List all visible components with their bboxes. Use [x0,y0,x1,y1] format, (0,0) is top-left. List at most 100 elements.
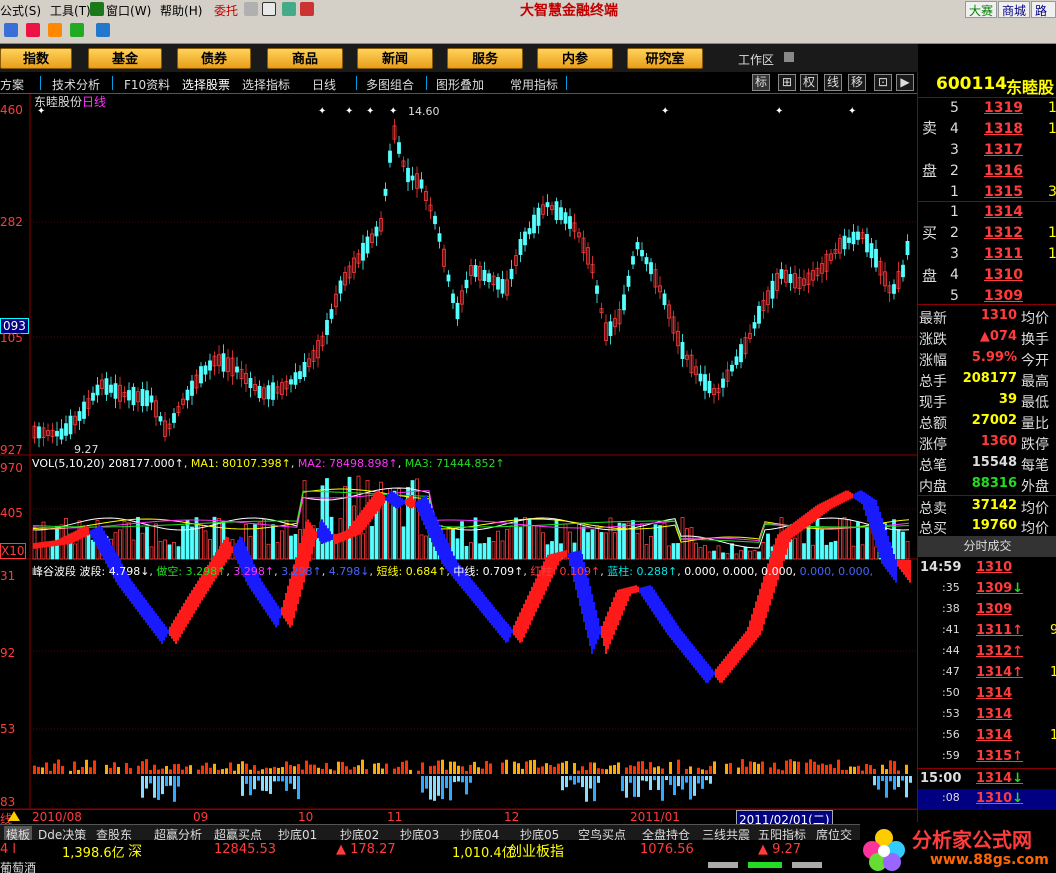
volume-bar [838,518,842,560]
nav-service-button[interactable]: 服务 [447,48,523,69]
sell-row[interactable]: 3 1317 [918,140,1056,161]
move-button[interactable]: 移 [848,74,866,91]
vol-y-label: 970 [0,461,23,475]
volume-bar [131,539,136,560]
volume-bar [478,543,482,560]
chart-icon[interactable] [90,2,104,16]
sell-row[interactable]: 5 1319 1 [918,98,1056,119]
toolbar-icon[interactable] [26,23,40,37]
tick-row: 15:00 1314↓ [918,768,1056,789]
stat-row: 总手 208177 最高 [919,371,1049,390]
volume-bar [275,542,280,560]
buy-row[interactable]: 3 1311 1 [918,244,1056,265]
menu-bar: 公式(S) 工具(T) 窗口(W) 帮助(H) 委托 大智慧金融终端 大赛 商城… [0,0,1056,35]
nav-fund-button[interactable]: 基金 [88,48,162,69]
volume-bar [847,519,851,560]
play-button[interactable]: ▶ [896,74,914,91]
volume-bar [712,550,716,560]
volume-bar [820,529,824,560]
period-label: 日线 [82,95,107,109]
nav-insider-button[interactable]: 内参 [537,48,613,69]
buy-row[interactable]: 5 1309 [918,286,1056,307]
volume-bar [91,539,95,560]
sell-row[interactable]: 1 1315 3 [918,182,1056,203]
books-icon[interactable] [282,2,296,16]
volume-bar [851,545,856,560]
menu-tools[interactable]: 工具(T) [50,2,91,19]
rights-button[interactable]: 权 [800,74,818,91]
multi-chart-menu[interactable]: 多图组合 [366,76,414,93]
volume-bar [509,525,514,560]
x-axis: 线 2010/08 09 10 11 12 2011/01 2011/02/01… [0,809,917,829]
scheme-menu[interactable]: 方案 [0,76,24,93]
select-indicator-menu[interactable]: 选择指标 [242,76,290,93]
overlay-menu[interactable]: 图形叠加 [436,76,484,93]
workspace-dropdown-icon[interactable] [784,52,794,62]
toolbar-icon[interactable] [70,23,84,37]
volume-bar [631,519,635,560]
toolbar-icon[interactable] [96,23,110,37]
volume-bar [532,525,536,560]
y-label: 927 [0,443,23,457]
volume-bar [901,531,905,560]
sell-row[interactable]: 4 1318 1 [918,119,1056,140]
menu-help[interactable]: 帮助(H) [160,2,202,19]
volume-bar [613,532,617,560]
nav-news-button[interactable]: 新闻 [357,48,433,69]
ticks-title[interactable]: 分时成交 [918,536,1056,557]
toolbar-icon[interactable] [48,23,62,37]
menu-window[interactable]: 窗口(W) [106,2,151,19]
print-icon[interactable] [244,2,258,16]
tab-contest[interactable]: 大赛 [965,1,998,18]
signal-star-icon: ✦ [345,106,353,117]
grid-button[interactable]: ⊞ [778,74,796,91]
volume-bar [761,542,766,560]
tab-roadshow[interactable]: 路演 [1031,1,1056,35]
volume-bar [496,530,500,560]
menu-formula[interactable]: 公式(S) [0,2,41,19]
volume-bar [203,530,208,560]
signal-star-icon: ✦ [366,106,374,117]
stat-row: 总卖 37142 均价 [918,495,1056,517]
mark-button[interactable]: 标 [752,74,770,91]
window-icon[interactable] [262,2,276,16]
nav-index-button[interactable]: 指数 [0,48,72,69]
status-strip: 葡萄酒 [0,860,860,873]
nav-commodity-button[interactable]: 商品 [267,48,343,69]
volume-bar [190,526,194,560]
nav-research-button[interactable]: 研究室 [627,48,703,69]
flag-icon[interactable] [300,2,314,16]
f10-menu[interactable]: F10资料 [124,76,170,93]
buy-row[interactable]: 2 1312 1 [918,223,1056,244]
select-stock-menu[interactable]: 选择股票 [182,76,230,93]
quote-panel: 600114 东睦股 卖 盘 买 盘 5 1319 1 4 1318 1 3 1317 2 131… [917,72,1056,822]
flower-logo-icon [863,829,905,871]
window-button[interactable]: ⊡ [874,74,892,91]
buy-row[interactable]: 4 1310 [918,265,1056,286]
volume-bar [739,550,743,560]
volume-bar [865,526,869,560]
signal-star-icon: ✦ [775,106,783,117]
volume-bar [788,539,793,560]
sell-row[interactable]: 2 1316 [918,161,1056,182]
stat-row: 涨幅 5.99% 今开 [919,350,1049,369]
tab-mall[interactable]: 商城 [998,1,1031,18]
entrust-button[interactable]: 委托 [214,2,238,19]
line-button[interactable]: 线 [824,74,842,91]
y-label: 105 [0,331,23,345]
toolbar-icon[interactable] [4,23,18,37]
tech-analysis-menu[interactable]: 技术分析 [52,76,100,93]
stat-row: 最新 1310 均价 [919,308,1049,327]
toolbar [0,18,1056,44]
scroll-triangle-icon[interactable] [8,811,20,821]
nav-bond-button[interactable]: 债券 [177,48,251,69]
volume-bar [703,544,707,560]
volume-bar [757,551,761,560]
tick-row: :59 1315↑ [942,749,1024,764]
period-menu[interactable]: 日线 [312,76,336,93]
volume-bar [487,537,491,560]
workspace-label[interactable]: 工作区 [738,51,774,68]
volume-bar [293,534,298,560]
common-indicator-menu[interactable]: 常用指标 [510,76,558,93]
buy-row[interactable]: 1 1314 [918,202,1056,223]
